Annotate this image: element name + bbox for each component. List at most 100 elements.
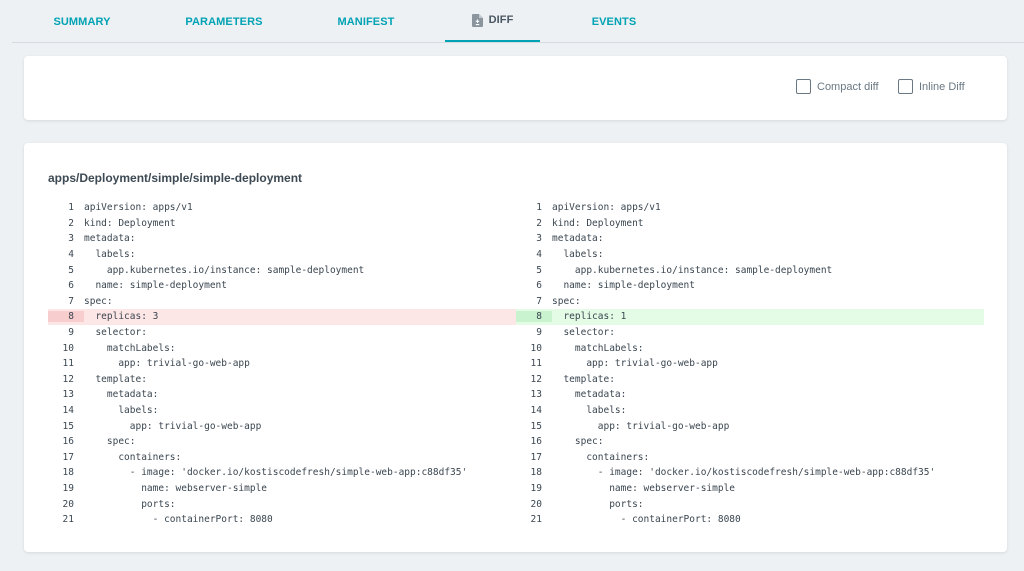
diff-line: 3 metadata: [516,231,984,247]
diff-line: 5 app.kubernetes.io/instance: sample-dep… [516,262,984,278]
tab-divider [12,42,1024,43]
line-code: kind: Deployment [84,217,176,229]
line-number: 2 [68,217,74,229]
line-code: matchLabels: [552,342,644,354]
diff-line: 18 - image: 'docker.io/kostiscodefresh/s… [48,465,516,481]
line-number: 19 [62,482,74,494]
tab-label: DIFF [488,14,514,26]
diff-line: 7 spec: [516,294,984,310]
line-code: kind: Deployment [552,217,644,229]
line-code: template: [84,373,147,385]
line-number: 6 [536,280,542,292]
line-number: 13 [530,389,542,401]
diff-line: 19 name: webserver-simple [516,481,984,497]
line-code: replicas: 1 [552,311,627,323]
diff-line: 21 - containerPort: 8080 [48,512,516,528]
line-code: spec: [84,295,113,307]
line-number: 8 [48,311,84,323]
line-number: 8 [516,311,552,323]
compact-diff-label: Compact diff [817,80,879,93]
tab-manifest[interactable]: MANIFEST [326,0,406,43]
diff-line: 17 containers: [48,450,516,466]
diff-line: 18 - image: 'docker.io/kostiscodefresh/s… [516,465,984,481]
diff-line: 11 app: trivial-go-web-app [516,356,984,372]
line-number: 4 [68,249,74,261]
inline-diff-checkbox[interactable]: Inline Diff [898,79,965,94]
diff-line: 3 metadata: [48,231,516,247]
line-code: metadata: [84,389,159,401]
line-code: name: webserver-simple [84,482,268,494]
line-number: 18 [530,467,542,479]
diff-line: 11 app: trivial-go-web-app [48,356,516,372]
tab-bar: SUMMARY PARAMETERS MANIFEST DIFF EVENTS [0,0,1024,43]
tab-parameters[interactable]: PARAMETERS [178,0,270,43]
diff-line: 5 app.kubernetes.io/instance: sample-dep… [48,262,516,278]
checkbox-box[interactable] [898,79,913,94]
diff-line: 6 name: simple-deployment [48,278,516,294]
line-number: 6 [68,280,74,292]
line-number: 9 [68,327,74,339]
line-number: 13 [62,389,74,401]
diff-line: 16 spec: [48,434,516,450]
line-number: 14 [530,405,542,417]
line-number: 5 [536,264,542,276]
diff-line: 16 spec: [516,434,984,450]
line-code: spec: [84,436,136,448]
line-code: matchLabels: [84,342,176,354]
line-code: app: trivial-go-web-app [552,420,730,432]
resource-title: apps/Deployment/simple/simple-deployment [48,171,303,185]
line-code: - containerPort: 8080 [552,514,741,526]
diff-line-added: 8 replicas: 1 [516,309,984,325]
diff-line: 6 name: simple-deployment [516,278,984,294]
diff-line: 15 app: trivial-go-web-app [516,418,984,434]
inline-diff-label: Inline Diff [919,80,965,93]
diff-line: 2 kind: Deployment [516,216,984,232]
line-number: 12 [530,373,542,385]
diff-line: 1 apiVersion: apps/v1 [48,200,516,216]
line-code: replicas: 3 [84,311,159,323]
diff-line: 9 selector: [516,325,984,341]
line-number: 15 [530,420,542,432]
line-number: 7 [536,295,542,307]
compact-diff-checkbox[interactable]: Compact diff [796,79,879,94]
diff-line: 19 name: webserver-simple [48,481,516,497]
line-code: name: webserver-simple [552,482,736,494]
tab-label: PARAMETERS [185,15,263,28]
line-number: 2 [536,217,542,229]
diff-line: 14 labels: [516,403,984,419]
tab-diff[interactable]: DIFF [445,0,540,42]
line-code: app: trivial-go-web-app [84,358,250,370]
diff-line: 4 labels: [516,247,984,263]
diff-file-icon [471,13,483,27]
line-code: spec: [552,295,581,307]
line-number: 11 [62,358,74,370]
line-code: metadata: [84,233,136,245]
diff-line: 20 ports: [516,496,984,512]
tab-events[interactable]: EVENTS [580,0,648,43]
line-code: apiVersion: apps/v1 [552,202,661,214]
line-number: 16 [530,436,542,448]
line-code: - image: 'docker.io/kostiscodefresh/simp… [84,467,468,479]
diff-line: 17 containers: [516,450,984,466]
line-number: 18 [62,467,74,479]
diff-line: 20 ports: [48,496,516,512]
tab-label: EVENTS [591,15,637,28]
tab-summary[interactable]: SUMMARY [40,0,124,43]
diff-line: 4 labels: [48,247,516,263]
diff-line: 12 template: [516,372,984,388]
tab-label: SUMMARY [53,15,111,28]
diff-line: 1 apiVersion: apps/v1 [516,200,984,216]
line-code: metadata: [552,389,627,401]
diff-line: 14 labels: [48,403,516,419]
diff-line: 12 template: [48,372,516,388]
line-number: 11 [530,358,542,370]
line-code: labels: [84,405,159,417]
diff-pane-right: 1 apiVersion: apps/v1 2 kind: Deployment 3 me… [516,200,984,527]
line-number: 9 [536,327,542,339]
checkbox-box[interactable] [796,79,811,94]
line-number: 5 [68,264,74,276]
line-code: containers: [552,451,650,463]
diff-line: 9 selector: [48,325,516,341]
line-code: template: [552,373,615,385]
line-number: 20 [62,498,74,510]
